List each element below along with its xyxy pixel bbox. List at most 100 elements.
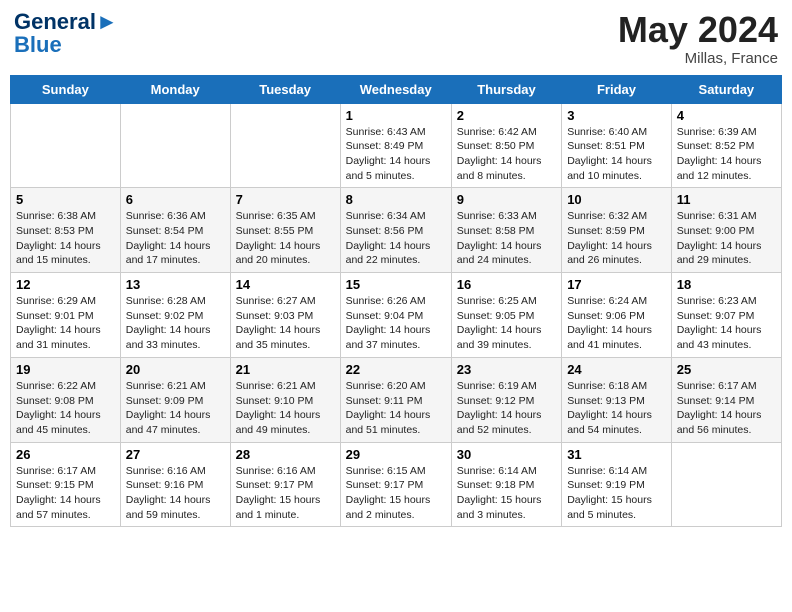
day-number: 19 bbox=[16, 362, 115, 377]
day-number: 29 bbox=[346, 447, 446, 462]
calendar-cell: 20 Sunrise: 6:21 AM Sunset: 9:09 PM Dayli… bbox=[120, 357, 230, 442]
day-info: Sunrise: 6:15 AM Sunset: 9:17 PM Dayligh… bbox=[346, 464, 446, 523]
calendar-cell: 11 Sunrise: 6:31 AM Sunset: 9:00 PM Dayli… bbox=[671, 188, 781, 273]
weekday-header: Tuesday bbox=[230, 75, 340, 103]
day-info: Sunrise: 6:29 AM Sunset: 9:01 PM Dayligh… bbox=[16, 294, 115, 353]
weekday-header: Thursday bbox=[451, 75, 561, 103]
day-info: Sunrise: 6:32 AM Sunset: 8:59 PM Dayligh… bbox=[567, 209, 666, 268]
calendar-body: 1Sunrise: 6:43 AM Sunset: 8:49 PM Daylig… bbox=[11, 103, 782, 527]
weekday-header: Wednesday bbox=[340, 75, 451, 103]
day-info: Sunrise: 6:36 AM Sunset: 8:54 PM Dayligh… bbox=[126, 209, 225, 268]
day-number: 10 bbox=[567, 192, 666, 207]
day-info: Sunrise: 6:24 AM Sunset: 9:06 PM Dayligh… bbox=[567, 294, 666, 353]
day-info: Sunrise: 6:23 AM Sunset: 9:07 PM Dayligh… bbox=[677, 294, 776, 353]
calendar-cell: 18 Sunrise: 6:23 AM Sunset: 9:07 PM Dayli… bbox=[671, 273, 781, 358]
weekday-header: Sunday bbox=[11, 75, 121, 103]
day-info: Sunrise: 6:27 AM Sunset: 9:03 PM Dayligh… bbox=[236, 294, 335, 353]
calendar-cell: 3 Sunrise: 6:40 AM Sunset: 8:51 PM Daylig… bbox=[562, 103, 672, 188]
day-info: Sunrise: 6:22 AM Sunset: 9:08 PM Dayligh… bbox=[16, 379, 115, 438]
calendar-cell: 23 Sunrise: 6:19 AM Sunset: 9:12 PM Dayli… bbox=[451, 357, 561, 442]
day-number: 22 bbox=[346, 362, 446, 377]
logo-text: General► bbox=[14, 10, 118, 34]
day-info: Sunrise: 6:14 AM Sunset: 9:19 PM Dayligh… bbox=[567, 464, 666, 523]
calendar-cell: 13 Sunrise: 6:28 AM Sunset: 9:02 PM Dayli… bbox=[120, 273, 230, 358]
day-number: 25 bbox=[677, 362, 776, 377]
month-title: May 2024 bbox=[618, 10, 778, 50]
page-header: General► Blue May 2024 Millas, France bbox=[10, 10, 782, 67]
day-number: 7 bbox=[236, 192, 335, 207]
weekday-header: Monday bbox=[120, 75, 230, 103]
logo-blue: Blue bbox=[14, 34, 118, 56]
day-info: Sunrise: 6:26 AM Sunset: 9:04 PM Dayligh… bbox=[346, 294, 446, 353]
calendar-table: SundayMondayTuesdayWednesdayThursdayFrid… bbox=[10, 75, 782, 528]
calendar-cell: 4Sunrise: 6:39 AM Sunset: 8:52 PM Daylig… bbox=[671, 103, 781, 188]
day-info: Sunrise: 6:40 AM Sunset: 8:51 PM Dayligh… bbox=[567, 125, 666, 184]
day-info: Sunrise: 6:21 AM Sunset: 9:10 PM Dayligh… bbox=[236, 379, 335, 438]
day-info: Sunrise: 6:43 AM Sunset: 8:49 PM Dayligh… bbox=[346, 125, 446, 184]
day-number: 2 bbox=[457, 108, 556, 123]
day-number: 5 bbox=[16, 192, 115, 207]
day-number: 28 bbox=[236, 447, 335, 462]
day-info: Sunrise: 6:17 AM Sunset: 9:15 PM Dayligh… bbox=[16, 464, 115, 523]
calendar-cell: 10 Sunrise: 6:32 AM Sunset: 8:59 PM Dayli… bbox=[562, 188, 672, 273]
day-info: Sunrise: 6:14 AM Sunset: 9:18 PM Dayligh… bbox=[457, 464, 556, 523]
day-info: Sunrise: 6:16 AM Sunset: 9:17 PM Dayligh… bbox=[236, 464, 335, 523]
day-number: 20 bbox=[126, 362, 225, 377]
day-number: 8 bbox=[346, 192, 446, 207]
calendar-header-row: SundayMondayTuesdayWednesdayThursdayFrid… bbox=[11, 75, 782, 103]
day-number: 9 bbox=[457, 192, 556, 207]
weekday-header: Friday bbox=[562, 75, 672, 103]
calendar-week-row: 19 Sunrise: 6:22 AM Sunset: 9:08 PM Dayli… bbox=[11, 357, 782, 442]
calendar-cell: 27 Sunrise: 6:16 AM Sunset: 9:16 PM Dayli… bbox=[120, 442, 230, 527]
calendar-cell: 16Sunrise: 6:25 AM Sunset: 9:05 PM Dayli… bbox=[451, 273, 561, 358]
day-number: 24 bbox=[567, 362, 666, 377]
day-info: Sunrise: 6:38 AM Sunset: 8:53 PM Dayligh… bbox=[16, 209, 115, 268]
calendar-cell: 2 Sunrise: 6:42 AM Sunset: 8:50 PM Daylig… bbox=[451, 103, 561, 188]
day-info: Sunrise: 6:16 AM Sunset: 9:16 PM Dayligh… bbox=[126, 464, 225, 523]
day-number: 12 bbox=[16, 277, 115, 292]
day-number: 30 bbox=[457, 447, 556, 462]
calendar-cell: 19 Sunrise: 6:22 AM Sunset: 9:08 PM Dayli… bbox=[11, 357, 121, 442]
day-info: Sunrise: 6:18 AM Sunset: 9:13 PM Dayligh… bbox=[567, 379, 666, 438]
title-block: May 2024 Millas, France bbox=[618, 10, 778, 67]
day-info: Sunrise: 6:42 AM Sunset: 8:50 PM Dayligh… bbox=[457, 125, 556, 184]
calendar-cell: 17 Sunrise: 6:24 AM Sunset: 9:06 PM Dayli… bbox=[562, 273, 672, 358]
day-info: Sunrise: 6:39 AM Sunset: 8:52 PM Dayligh… bbox=[677, 125, 776, 184]
calendar-cell: 15Sunrise: 6:26 AM Sunset: 9:04 PM Dayli… bbox=[340, 273, 451, 358]
day-info: Sunrise: 6:35 AM Sunset: 8:55 PM Dayligh… bbox=[236, 209, 335, 268]
calendar-week-row: 1Sunrise: 6:43 AM Sunset: 8:49 PM Daylig… bbox=[11, 103, 782, 188]
calendar-cell: 29 Sunrise: 6:15 AM Sunset: 9:17 PM Dayli… bbox=[340, 442, 451, 527]
calendar-cell: 14Sunrise: 6:27 AM Sunset: 9:03 PM Dayli… bbox=[230, 273, 340, 358]
day-number: 23 bbox=[457, 362, 556, 377]
day-info: Sunrise: 6:31 AM Sunset: 9:00 PM Dayligh… bbox=[677, 209, 776, 268]
calendar-cell bbox=[671, 442, 781, 527]
calendar-cell bbox=[11, 103, 121, 188]
calendar-cell: 25 Sunrise: 6:17 AM Sunset: 9:14 PM Dayli… bbox=[671, 357, 781, 442]
weekday-header: Saturday bbox=[671, 75, 781, 103]
day-info: Sunrise: 6:28 AM Sunset: 9:02 PM Dayligh… bbox=[126, 294, 225, 353]
calendar-week-row: 26 Sunrise: 6:17 AM Sunset: 9:15 PM Dayli… bbox=[11, 442, 782, 527]
calendar-cell: 12 Sunrise: 6:29 AM Sunset: 9:01 PM Dayli… bbox=[11, 273, 121, 358]
day-number: 3 bbox=[567, 108, 666, 123]
day-info: Sunrise: 6:21 AM Sunset: 9:09 PM Dayligh… bbox=[126, 379, 225, 438]
day-number: 26 bbox=[16, 447, 115, 462]
calendar-cell: 1Sunrise: 6:43 AM Sunset: 8:49 PM Daylig… bbox=[340, 103, 451, 188]
day-info: Sunrise: 6:17 AM Sunset: 9:14 PM Dayligh… bbox=[677, 379, 776, 438]
calendar-cell: 7 Sunrise: 6:35 AM Sunset: 8:55 PM Daylig… bbox=[230, 188, 340, 273]
calendar-cell: 22Sunrise: 6:20 AM Sunset: 9:11 PM Dayli… bbox=[340, 357, 451, 442]
day-info: Sunrise: 6:19 AM Sunset: 9:12 PM Dayligh… bbox=[457, 379, 556, 438]
day-number: 6 bbox=[126, 192, 225, 207]
calendar-cell bbox=[230, 103, 340, 188]
day-number: 18 bbox=[677, 277, 776, 292]
day-number: 21 bbox=[236, 362, 335, 377]
day-number: 31 bbox=[567, 447, 666, 462]
day-info: Sunrise: 6:33 AM Sunset: 8:58 PM Dayligh… bbox=[457, 209, 556, 268]
day-info: Sunrise: 6:34 AM Sunset: 8:56 PM Dayligh… bbox=[346, 209, 446, 268]
day-number: 17 bbox=[567, 277, 666, 292]
day-number: 27 bbox=[126, 447, 225, 462]
day-info: Sunrise: 6:25 AM Sunset: 9:05 PM Dayligh… bbox=[457, 294, 556, 353]
calendar-cell: 8 Sunrise: 6:34 AM Sunset: 8:56 PM Daylig… bbox=[340, 188, 451, 273]
calendar-cell: 5 Sunrise: 6:38 AM Sunset: 8:53 PM Daylig… bbox=[11, 188, 121, 273]
day-number: 11 bbox=[677, 192, 776, 207]
day-number: 13 bbox=[126, 277, 225, 292]
